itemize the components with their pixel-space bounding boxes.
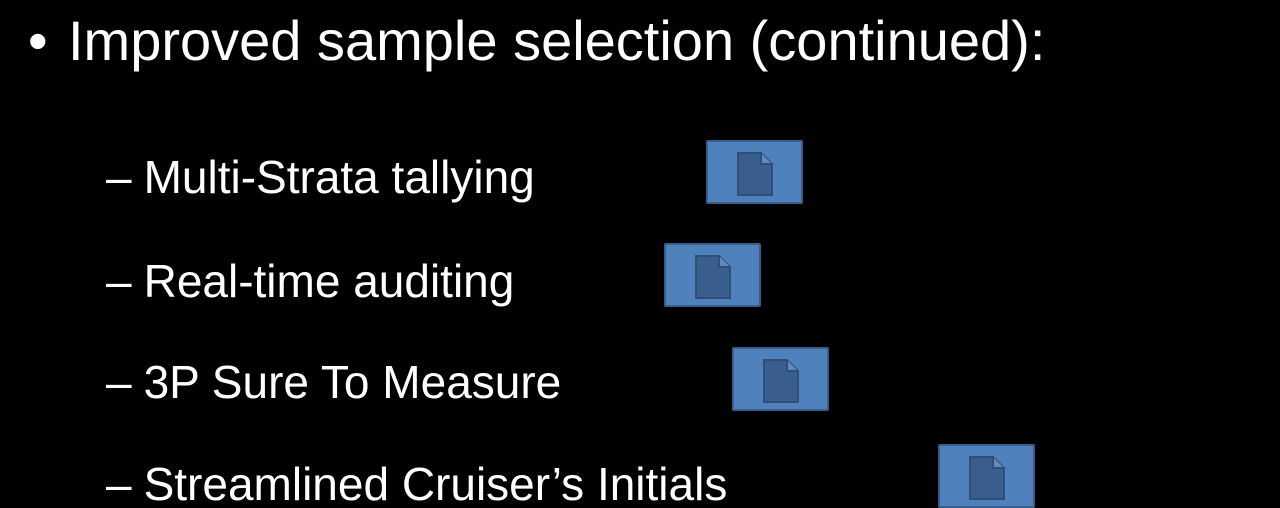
linked-document-button[interactable] (732, 347, 829, 411)
bullet-icon: • (28, 9, 48, 72)
dash-bullet: – (106, 255, 132, 307)
dash-bullet: – (106, 356, 132, 408)
linked-document-button[interactable] (706, 140, 803, 204)
list-item-label: 3P Sure To Measure (143, 356, 562, 408)
heading-text: Improved sample selection (continued): (68, 9, 1046, 72)
slide-heading: • Improved sample selection (continued): (28, 1, 1045, 81)
list-item-label: Real-time auditing (143, 255, 515, 307)
list-item-3p-sure-to-measure: – 3P Sure To Measure (106, 346, 561, 418)
document-icon (969, 456, 1005, 500)
list-item-label: Multi-Strata tallying (143, 151, 535, 203)
dash-bullet: – (106, 151, 132, 203)
slide: • Improved sample selection (continued):… (0, 0, 1280, 508)
list-item-real-time-auditing: – Real-time auditing (106, 245, 514, 317)
document-icon (737, 152, 773, 196)
list-item-streamlined-cruisers-initials: – Streamlined Cruiser’s Initials (106, 448, 727, 508)
linked-document-button[interactable] (938, 444, 1035, 508)
linked-document-button[interactable] (664, 243, 761, 307)
document-icon (695, 255, 731, 299)
list-item-label: Streamlined Cruiser’s Initials (143, 458, 728, 508)
dash-bullet: – (106, 458, 132, 508)
document-icon (763, 359, 799, 403)
list-item-multi-strata: – Multi-Strata tallying (106, 141, 535, 213)
